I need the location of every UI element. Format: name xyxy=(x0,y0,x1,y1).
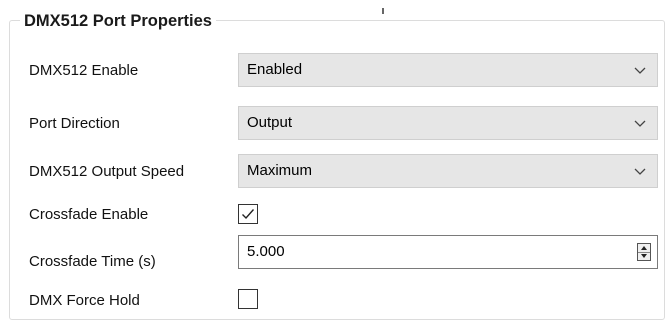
crossfade-time-spinbox[interactable]: 5.000 xyxy=(238,235,658,269)
dmx-enable-label: DMX512 Enable xyxy=(29,62,139,79)
chevron-down-icon xyxy=(634,168,646,175)
chevron-down-icon xyxy=(634,67,646,74)
spin-arrows-icon[interactable] xyxy=(637,243,651,261)
checkmark-icon xyxy=(242,209,255,220)
force-hold-checkbox[interactable] xyxy=(238,289,258,309)
dmx-enable-value: Enabled xyxy=(247,61,303,78)
port-direction-value: Output xyxy=(247,114,293,131)
port-direction-dropdown[interactable]: Output xyxy=(238,106,658,140)
output-speed-value: Maximum xyxy=(247,162,313,179)
crossfade-time-value: 5.000 xyxy=(247,243,285,260)
crossfade-enable-label: Crossfade Enable xyxy=(29,206,149,223)
spin-down-icon[interactable] xyxy=(638,252,650,260)
crossfade-time-label: Crossfade Time (s) xyxy=(29,253,156,270)
chevron-down-icon xyxy=(634,120,646,127)
window-marker xyxy=(382,8,384,14)
output-speed-label: DMX512 Output Speed xyxy=(29,163,185,180)
crossfade-enable-checkbox[interactable] xyxy=(238,204,258,224)
output-speed-dropdown[interactable]: Maximum xyxy=(238,154,658,188)
group-title: DMX512 Port Properties xyxy=(20,11,216,31)
port-direction-label: Port Direction xyxy=(29,115,120,132)
force-hold-label: DMX Force Hold xyxy=(29,292,140,309)
dmx-enable-dropdown[interactable]: Enabled xyxy=(238,53,658,87)
